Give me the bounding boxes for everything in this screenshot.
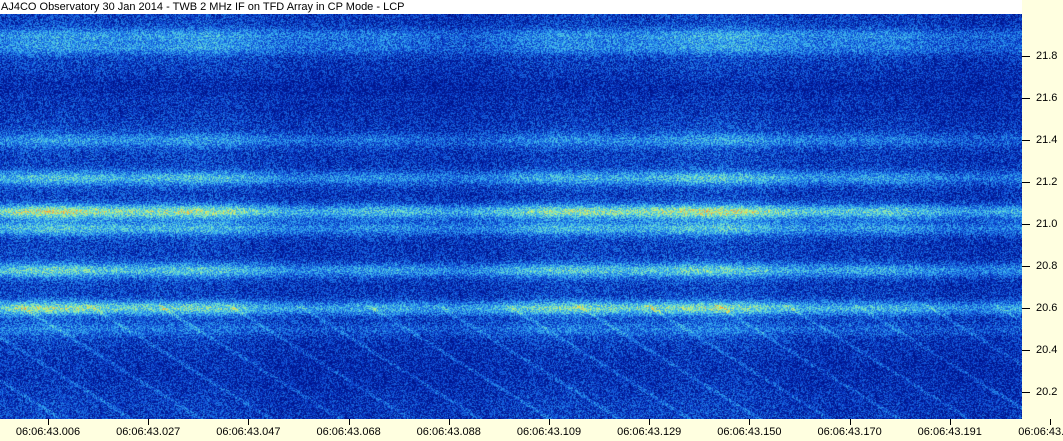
y-tick <box>1022 265 1030 267</box>
y-tick <box>1022 97 1030 99</box>
x-tick-label: 06:06:43.191 <box>917 426 982 438</box>
x-tick <box>448 419 450 425</box>
x-tick-label: 06:06:43.170 <box>817 426 882 438</box>
y-tick-label: 21.2 <box>1036 175 1058 188</box>
x-tick-label: 06:06:43.027 <box>116 426 181 438</box>
x-tick <box>649 419 651 425</box>
x-tick <box>549 419 550 425</box>
y-tick <box>1022 307 1030 309</box>
y-tick <box>1022 139 1030 141</box>
x-tick <box>48 419 49 425</box>
y-tick-label: 21.0 <box>1036 217 1058 230</box>
y-tick-label: 20.4 <box>1036 343 1058 356</box>
x-tick-label: 06:06:43.068 <box>316 426 381 438</box>
y-tick-label: 21.6 <box>1036 91 1058 104</box>
x-tick <box>1050 419 1051 425</box>
x-tick <box>849 419 851 425</box>
x-tick <box>248 419 250 425</box>
x-tick <box>749 419 751 425</box>
x-tick-label: 06:06:43.006 <box>15 426 81 438</box>
x-tick <box>348 419 350 425</box>
x-tick <box>148 419 150 425</box>
y-tick-label: 20.8 <box>1036 259 1058 272</box>
x-tick-label: 06:06:43.150 <box>717 426 782 438</box>
y-tick-label: 20.6 <box>1036 301 1058 314</box>
x-tick-label: 06:06:43.211 <box>1018 426 1063 438</box>
x-tick-label: 06:06:43.109 <box>516 426 582 438</box>
x-tick <box>949 419 951 425</box>
y-tick <box>1022 391 1030 393</box>
spectrogram-plot <box>0 14 1022 419</box>
y-tick-label: 20.2 <box>1036 385 1058 398</box>
window-title: AJ4CO Observatory 30 Jan 2014 - TWB 2 MH… <box>0 0 1023 14</box>
y-tick <box>1022 223 1030 225</box>
frequency-axis <box>1022 0 1063 419</box>
x-tick-label: 06:06:43.129 <box>617 426 682 438</box>
y-tick-label: 21.8 <box>1036 49 1058 62</box>
x-tick-label: 06:06:43.047 <box>216 426 281 438</box>
y-tick-label: 21.4 <box>1036 133 1058 146</box>
y-tick <box>1022 349 1030 351</box>
y-tick <box>1022 55 1030 57</box>
x-tick-label: 06:06:43.088 <box>416 426 481 438</box>
y-tick <box>1022 181 1030 183</box>
